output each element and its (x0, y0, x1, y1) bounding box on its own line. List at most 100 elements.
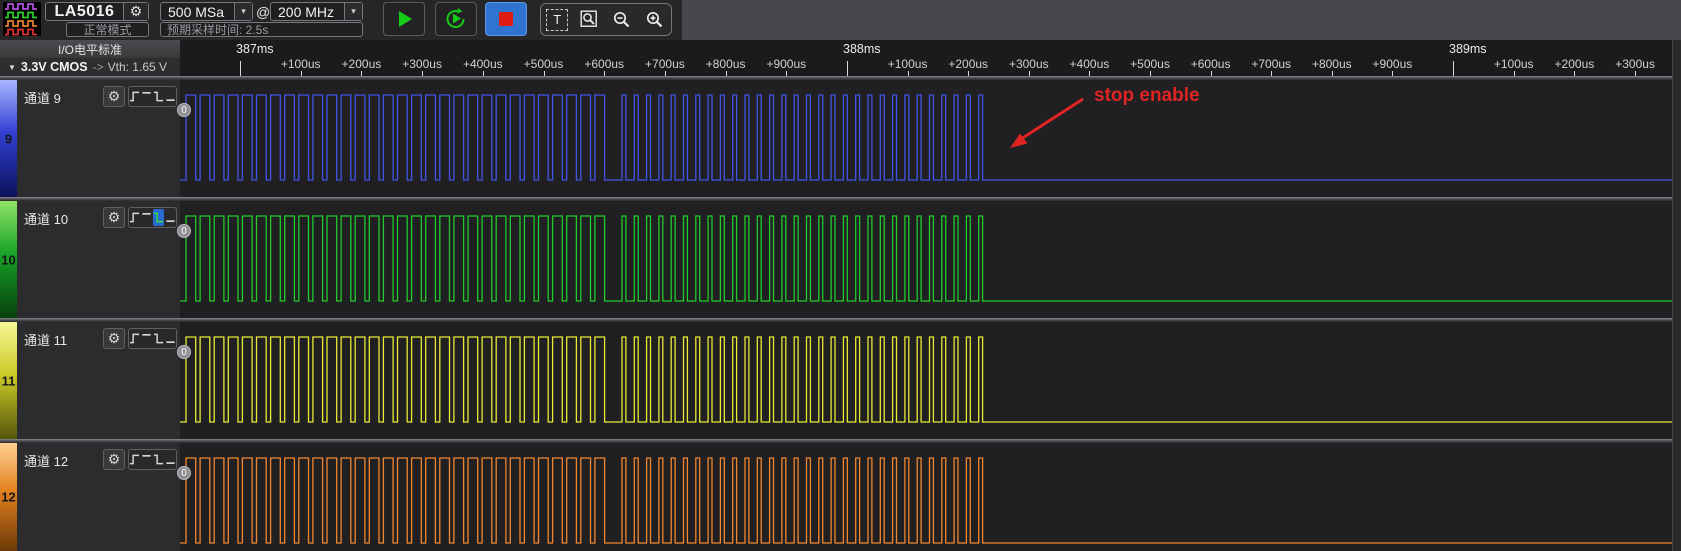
trigger-rising-edge-button[interactable] (129, 451, 140, 468)
ruler-tick-label: +500us (1130, 57, 1170, 71)
voltage-level-row[interactable]: ▼ 3.3V CMOS -> Vth: 1.65 V (0, 58, 180, 76)
run-button[interactable] (383, 2, 425, 36)
channel-color-strip: 12 (0, 443, 17, 551)
channel-color-strip: 9 (0, 80, 17, 197)
ruler-tick-label: +300us (1615, 57, 1655, 71)
trigger-high-level-button[interactable] (141, 88, 152, 105)
ruler-tick-label: 389ms (1449, 42, 1487, 56)
capture-mode-label: 正常模式 (83, 21, 131, 38)
toolbar: LA5016 ⚙ 正常模式 500 MSa ▾ @ 200 MHz ▾ 预期采样… (0, 0, 1681, 40)
trigger-falling-edge-button[interactable] (153, 451, 164, 468)
row-separator (0, 197, 1672, 201)
ruler-separator (0, 76, 1672, 80)
at-separator: @ (256, 4, 270, 20)
channel-row-10: 10 通道 10 ⚙ (0, 201, 180, 318)
trigger-buttons-group (128, 207, 177, 228)
trigger-high-level-button[interactable] (141, 209, 152, 226)
ruler-tick-label: +900us (766, 57, 806, 71)
text-annotation-tool-button[interactable]: T (544, 6, 571, 33)
channel-number: 9 (0, 131, 17, 146)
trigger-count-badge: 0 (177, 224, 191, 238)
ruler-tick-label: +700us (1251, 57, 1291, 71)
zoom-fit-button[interactable] (576, 6, 603, 33)
channel-label: 通道 12 (24, 451, 68, 470)
ruler-tick-label: +400us (463, 57, 503, 71)
trigger-low-level-button[interactable] (165, 209, 176, 226)
loop-play-icon (444, 7, 468, 31)
ruler-tick-label: +200us (948, 57, 988, 71)
capture-mode[interactable]: 正常模式 (66, 22, 149, 37)
channel-row-9: 9 通道 9 ⚙ (0, 80, 180, 197)
ruler-tick-label: +800us (706, 57, 746, 71)
channel-label: 通道 11 (24, 330, 67, 349)
channel-color-strip: 11 (0, 322, 17, 439)
ruler-tick-label: +400us (1070, 57, 1110, 71)
ruler-tick-label: +300us (1009, 57, 1049, 71)
chevron-down-icon[interactable]: ▾ (344, 3, 362, 20)
trigger-low-level-button[interactable] (165, 88, 176, 105)
app-logo-icon (3, 2, 41, 36)
trigger-low-level-button[interactable] (165, 330, 176, 347)
expected-sampling-time-label: 预期采样时间: 2.5s (167, 21, 268, 38)
trigger-rising-edge-button[interactable] (129, 330, 140, 347)
device-box: LA5016 ⚙ (45, 2, 149, 21)
channel-label: 通道 10 (24, 209, 68, 228)
ruler-tick (847, 61, 848, 76)
ruler-tick-label: +300us (402, 57, 442, 71)
zoom-out-button[interactable] (609, 6, 636, 33)
device-name: LA5016 (46, 3, 123, 21)
row-separator (0, 439, 1672, 443)
trigger-count-badge: 0 (177, 103, 191, 117)
channel-settings-button[interactable]: ⚙ (103, 207, 125, 228)
trigger-high-level-button[interactable] (141, 451, 152, 468)
gear-icon: ⚙ (108, 330, 121, 347)
vertical-scrollbar[interactable] (1672, 40, 1681, 551)
ruler-tick-label: +500us (524, 57, 564, 71)
ruler-tick-label: 387ms (236, 42, 274, 56)
ruler-tick (240, 61, 241, 76)
trigger-falling-edge-button[interactable] (153, 330, 164, 347)
row-separator (0, 318, 1672, 322)
expander-icon[interactable]: ▼ (8, 63, 16, 72)
trigger-rising-edge-button[interactable] (129, 209, 140, 226)
channel-settings-button[interactable]: ⚙ (103, 328, 125, 349)
waveform-viewport[interactable] (180, 76, 1672, 551)
sample-rate-select[interactable]: 200 MHz ▾ (270, 2, 363, 21)
ruler-tick-label: +900us (1373, 57, 1413, 71)
io-level-header-label: I/O电平标准 (58, 41, 122, 58)
channel-settings-button[interactable]: ⚙ (103, 449, 125, 470)
logic-analyzer-app: LA5016 ⚙ 正常模式 500 MSa ▾ @ 200 MHz ▾ 预期采样… (0, 0, 1681, 551)
channel-number: 10 (0, 252, 17, 267)
gear-icon: ⚙ (108, 88, 121, 105)
trigger-low-level-button[interactable] (165, 451, 176, 468)
zoom-out-icon (612, 10, 632, 30)
chevron-down-icon[interactable]: ▾ (234, 3, 252, 20)
level-arrow: -> (93, 60, 104, 74)
channel-row-12: 12 通道 12 ⚙ (0, 443, 180, 551)
trigger-falling-edge-button[interactable] (153, 88, 164, 105)
ruler-tick-label: +200us (342, 57, 382, 71)
channel-color-strip: 10 (0, 201, 17, 318)
ruler-tick-label: +600us (584, 57, 624, 71)
io-level-header: I/O电平标准 (0, 40, 180, 58)
trigger-high-level-button[interactable] (141, 330, 152, 347)
level-standard: 3.3V CMOS (21, 60, 88, 74)
trigger-falling-edge-button[interactable] (153, 209, 164, 226)
zoom-fit-icon (580, 10, 600, 30)
channel-row-11: 11 通道 11 ⚙ (0, 322, 180, 439)
trigger-rising-edge-button[interactable] (129, 88, 140, 105)
ruler-tick-label: +100us (1494, 57, 1534, 71)
stop-button[interactable] (485, 2, 527, 36)
channel-number: 11 (0, 373, 17, 388)
time-ruler[interactable]: 387ms +100us +200us +300us +400us +500us +600u… (180, 40, 1672, 76)
channel-settings-button[interactable]: ⚙ (103, 86, 125, 107)
trigger-buttons-group (128, 328, 177, 349)
repeat-run-button[interactable] (435, 2, 477, 36)
sample-depth-select[interactable]: 500 MSa ▾ (160, 2, 253, 21)
sample-depth-value: 500 MSa (161, 4, 234, 20)
device-settings-button[interactable]: ⚙ (123, 3, 148, 20)
view-tools-group: T (540, 3, 672, 36)
ruler-tick-label: +700us (645, 57, 685, 71)
play-icon (393, 8, 415, 30)
zoom-in-button[interactable] (641, 6, 668, 33)
